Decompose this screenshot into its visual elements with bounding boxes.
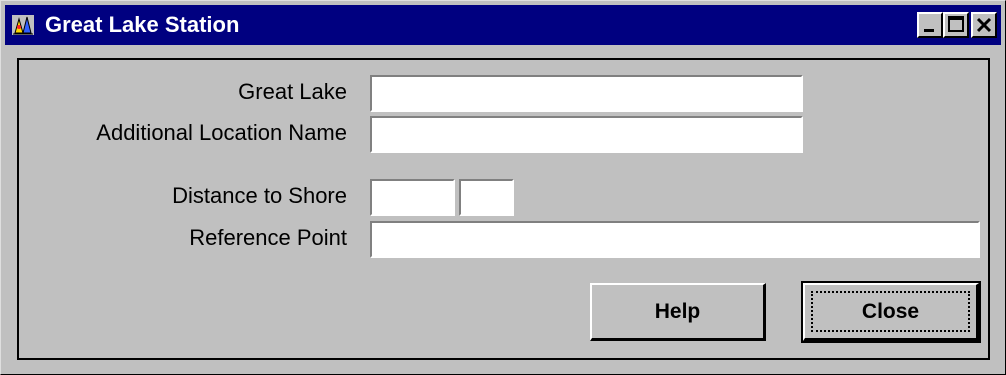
additional-location-name-field[interactable] <box>370 116 803 153</box>
reference-point-field[interactable] <box>370 221 980 258</box>
close-window-button[interactable] <box>971 12 997 38</box>
title-bar[interactable]: Great Lake Station <box>5 5 1001 45</box>
additional-location-name-label: Additional Location Name <box>96 120 347 145</box>
help-button[interactable]: Help <box>590 283 766 341</box>
minimize-button[interactable] <box>917 12 943 38</box>
window-title: Great Lake Station <box>45 12 240 37</box>
close-icon <box>976 17 992 33</box>
great-lake-station-window: Great Lake Station Great Lake Additional… <box>0 0 1006 375</box>
distance-to-shore-label: Distance to Shore <box>172 183 347 208</box>
close-button[interactable]: Close <box>801 281 981 343</box>
maximize-button[interactable] <box>943 12 969 38</box>
close-button-label: Close <box>861 300 920 323</box>
minimize-icon <box>924 29 934 32</box>
maximize-icon <box>948 16 964 32</box>
great-lake-label: Great Lake <box>238 79 347 104</box>
distance-to-shore-field[interactable] <box>370 179 455 216</box>
reference-point-label: Reference Point <box>189 225 347 250</box>
station-app-icon[interactable] <box>11 13 35 37</box>
great-lake-field[interactable] <box>370 75 803 112</box>
distance-unit-field[interactable] <box>459 179 514 216</box>
